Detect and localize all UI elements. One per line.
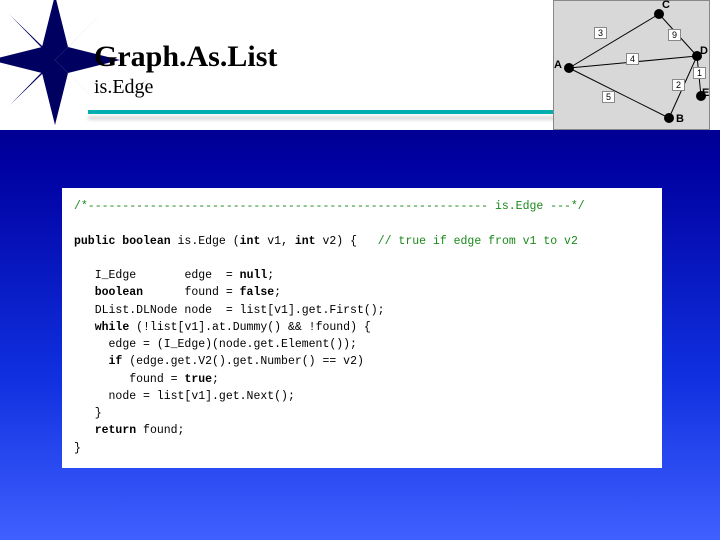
- slide-title: Graph.As.List: [94, 40, 277, 74]
- graph-edge-weight: 5: [602, 91, 615, 103]
- comment-rule: /*--------------------------------------…: [74, 200, 585, 213]
- graph-label-A: A: [554, 59, 562, 71]
- close-fn: }: [74, 442, 81, 455]
- decl2d: ;: [274, 286, 281, 299]
- kw-if: if: [109, 355, 123, 368]
- divider-line: [88, 110, 560, 114]
- slide-subtitle: is.Edge: [94, 76, 277, 99]
- header-zone: Graph.As.List is.Edge A B C D E 3 4 5 9 21: [0, 0, 720, 130]
- sig-arg2: v2) {: [316, 235, 378, 248]
- code-panel: /*--------------------------------------…: [62, 188, 662, 468]
- while-cond: (!list[v1].at.Dummy() && !found) {: [129, 321, 371, 334]
- sig-arg1: v1,: [260, 235, 295, 248]
- if-cond: (edge.get.V2().get.Number() == v2): [122, 355, 364, 368]
- decl2b: found =: [143, 286, 240, 299]
- kw-false: false: [240, 286, 275, 299]
- title-block: Graph.As.List is.Edge: [94, 40, 277, 99]
- graph-diagram: A B C D E 3 4 5 9 21: [553, 0, 710, 130]
- graph-edge-weight: 4: [626, 53, 639, 65]
- ret-val: found;: [136, 424, 184, 437]
- kw-null: null: [240, 269, 268, 282]
- kw-int2: int: [295, 235, 316, 248]
- kw-return: return: [95, 424, 136, 437]
- sig-name: is.Edge (: [171, 235, 240, 248]
- code-block: /*--------------------------------------…: [62, 188, 662, 467]
- kw-boolean: boolean: [95, 286, 143, 299]
- kw-while: while: [95, 321, 130, 334]
- graph-node-A: [564, 63, 574, 73]
- kw-public-boolean: public boolean: [74, 235, 171, 248]
- graph-edge-weight: 1: [693, 67, 706, 79]
- kw-int1: int: [240, 235, 261, 248]
- decl1a: I_Edge: [95, 269, 136, 282]
- graph-edge-weight: 9: [668, 29, 681, 41]
- body2a: found =: [129, 373, 184, 386]
- graph-label-D: D: [700, 45, 708, 57]
- sig-comment: // true if edge from v1 to v2: [378, 235, 578, 248]
- graph-label-C: C: [662, 0, 670, 11]
- graph-label-B: B: [676, 113, 684, 125]
- body3: node = list[v1].get.Next();: [109, 390, 295, 403]
- decl3: DList.DLNode node = list[v1].get.First()…: [95, 304, 385, 317]
- graph-edge-weight: 3: [594, 27, 607, 39]
- graph-node-B: [664, 113, 674, 123]
- slide: Graph.As.List is.Edge A B C D E 3 4 5 9 21 /*----…: [0, 0, 720, 540]
- decl1b: edge =: [136, 269, 240, 282]
- close-while: }: [95, 407, 102, 420]
- body2c: ;: [212, 373, 219, 386]
- graph-label-E: E: [702, 87, 709, 99]
- body1: edge = (I_Edge)(node.get.Element());: [109, 338, 357, 351]
- decl1d: ;: [267, 269, 274, 282]
- graph-edge-weight: 2: [672, 79, 685, 91]
- kw-true: true: [184, 373, 212, 386]
